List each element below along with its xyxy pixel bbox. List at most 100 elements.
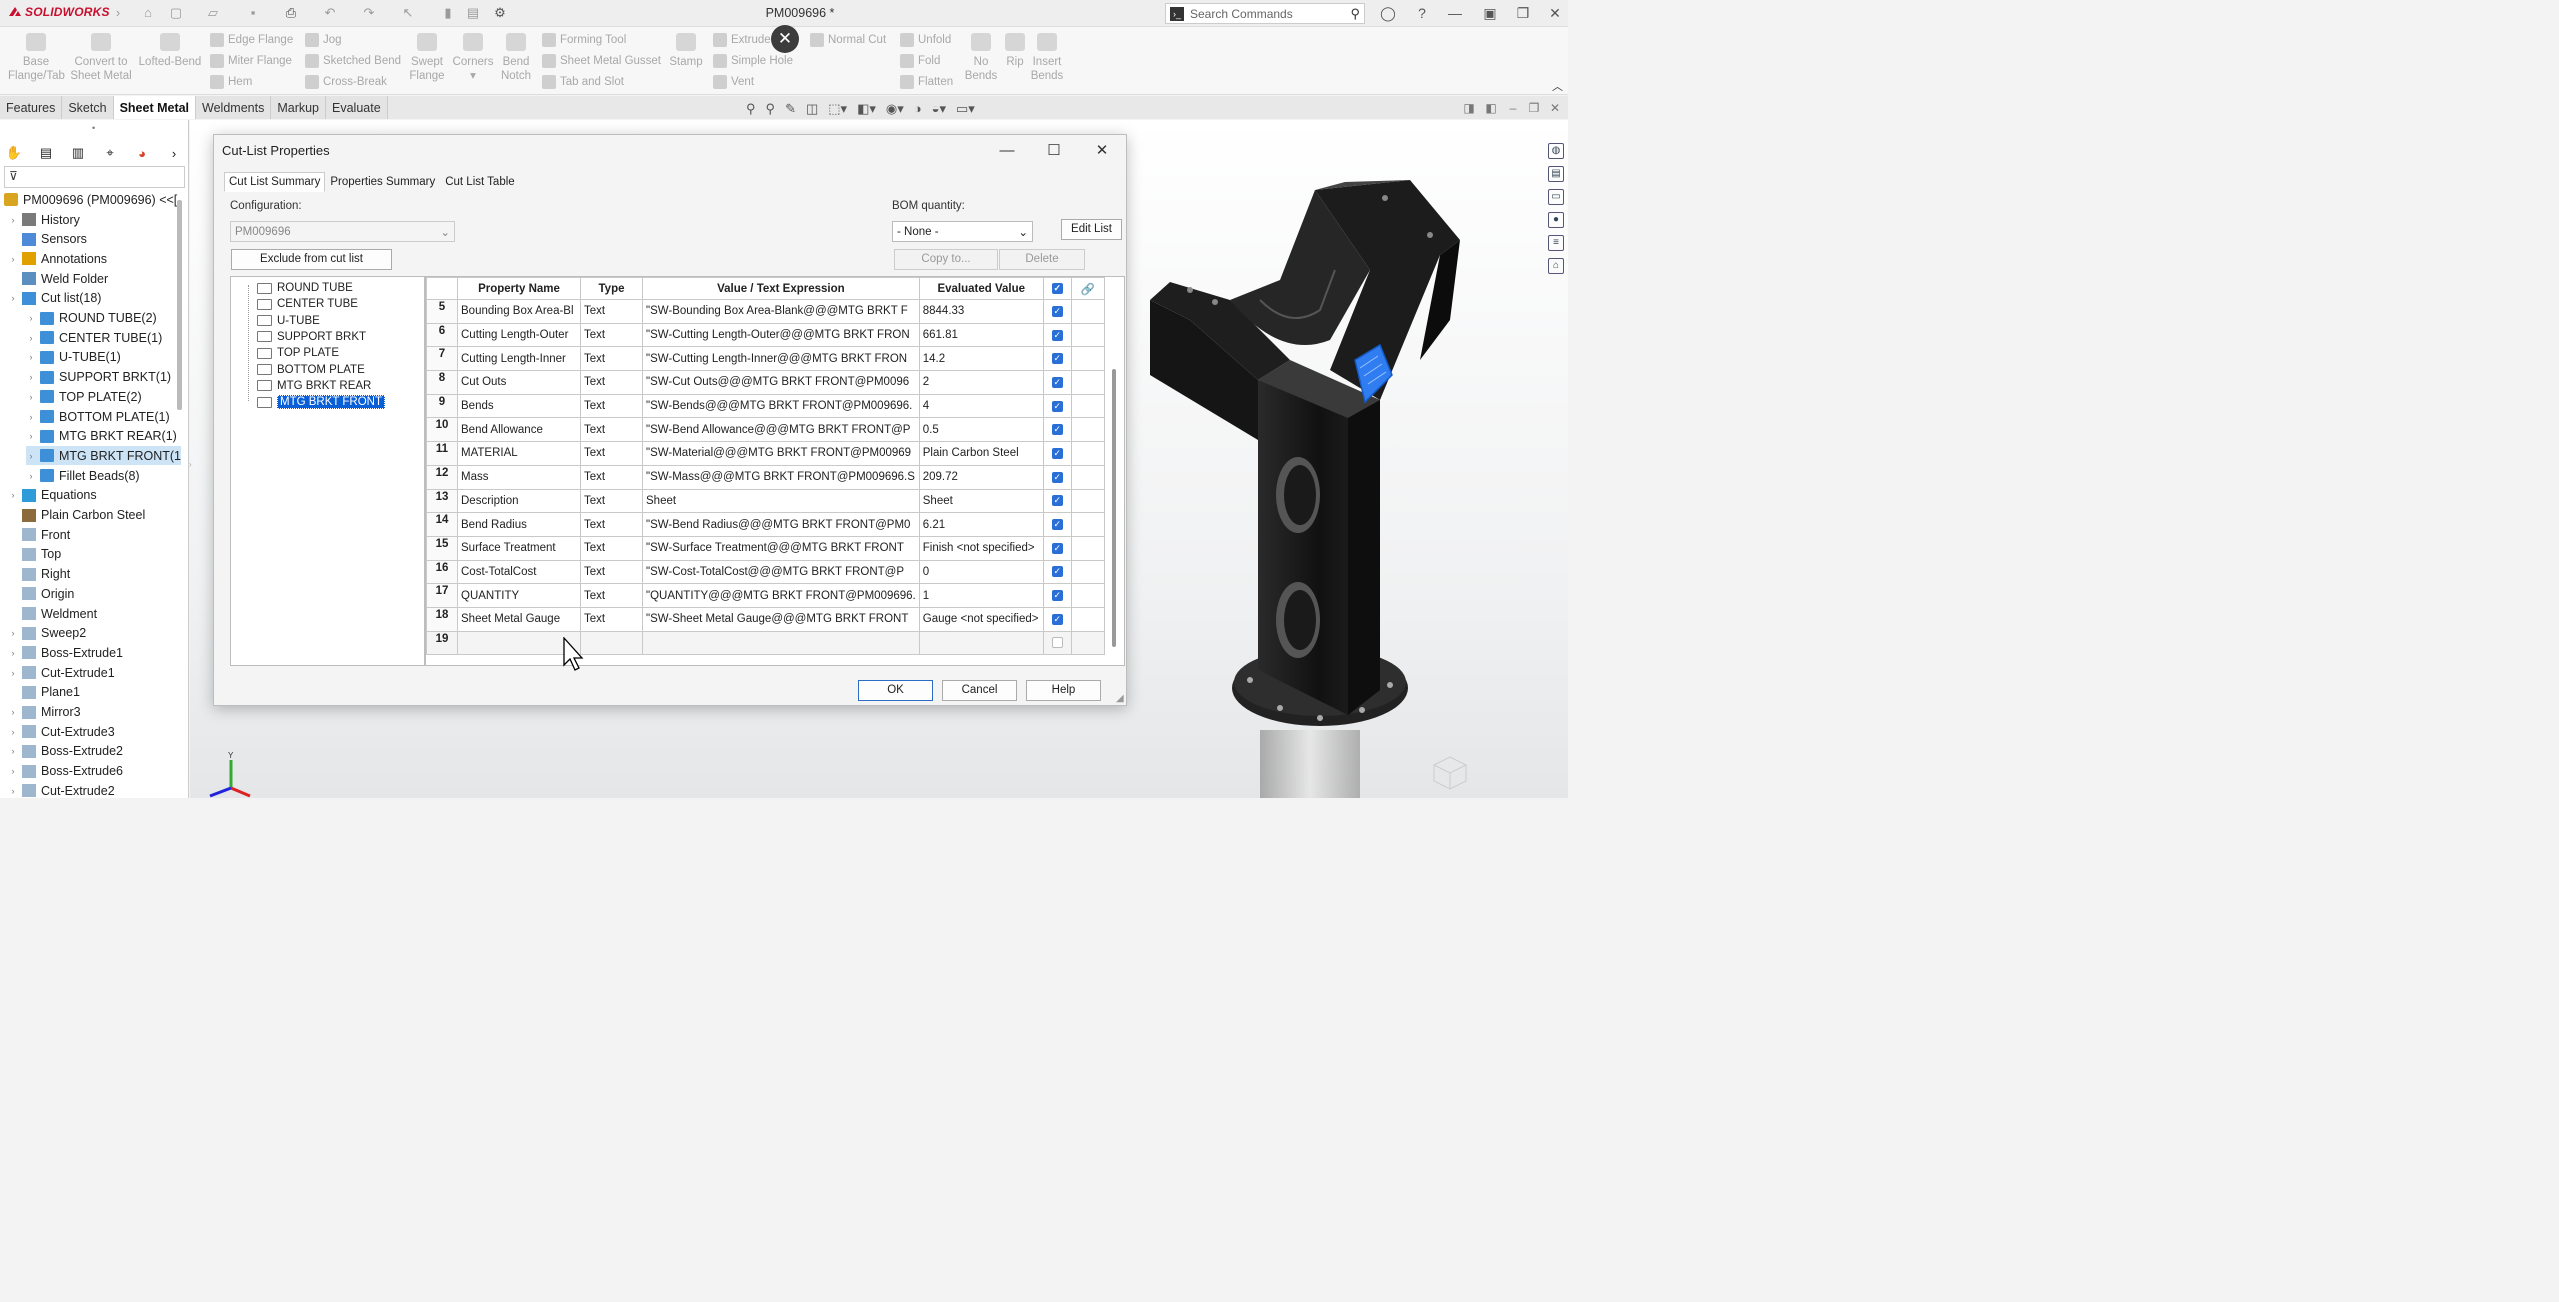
include-all-checkbox[interactable]: ✓ bbox=[1042, 277, 1072, 300]
expand-icon[interactable]: › bbox=[8, 766, 18, 776]
property-name-cell[interactable]: Description bbox=[457, 488, 581, 514]
tree-item[interactable]: › Boss-Extrude1 bbox=[8, 643, 123, 662]
tab-sketch[interactable]: Sketch bbox=[62, 96, 114, 119]
viewport-close-icon[interactable]: ✕ bbox=[1548, 101, 1562, 115]
include-checkbox[interactable]: ✓ bbox=[1042, 464, 1072, 490]
configuration-manager-icon[interactable]: ▥ bbox=[68, 144, 88, 162]
normal-cut-button[interactable]: Normal Cut bbox=[810, 30, 886, 50]
value-expression-cell[interactable]: "SW-Sheet Metal Gauge@@@MTG BRKT FRONT bbox=[642, 606, 920, 632]
type-cell[interactable]: Text bbox=[580, 393, 643, 419]
property-name-cell[interactable]: Cost-TotalCost bbox=[457, 559, 581, 585]
property-name-header[interactable]: Property Name bbox=[457, 277, 581, 300]
table-row[interactable]: 10 Bend Allowance Text "SW-Bend Allowance@@… bbox=[426, 417, 1105, 443]
tree-item[interactable]: Weldment bbox=[8, 604, 97, 623]
resources-icon[interactable]: ◍ bbox=[1548, 143, 1564, 159]
lofted-bend-button[interactable]: Lofted-Bend bbox=[138, 33, 202, 69]
expand-icon[interactable]: › bbox=[8, 215, 18, 225]
tree-item[interactable]: › SUPPORT BRKT(1) bbox=[26, 368, 172, 387]
expand-icon[interactable]: › bbox=[26, 471, 36, 481]
part-model[interactable] bbox=[1130, 170, 1490, 798]
table-row[interactable]: 17 QUANTITY Text "QUANTITY@@@MTG BRKT FRONT… bbox=[426, 583, 1105, 608]
expand-menu-icon[interactable]: › bbox=[110, 5, 126, 21]
tree-item[interactable]: Front bbox=[8, 525, 70, 544]
dialog-maximize-icon[interactable]: ☐ bbox=[1044, 141, 1064, 161]
edit-list-button[interactable]: Edit List bbox=[1061, 219, 1122, 240]
tree-item[interactable]: › Annotations bbox=[8, 249, 108, 268]
simple-hole-button[interactable]: Simple Hole bbox=[713, 51, 793, 71]
include-checkbox[interactable]: ✓ bbox=[1042, 512, 1072, 537]
expand-icon[interactable]: › bbox=[8, 293, 18, 303]
property-name-cell[interactable]: Bend Allowance bbox=[457, 417, 581, 443]
include-checkbox[interactable]: ✓ bbox=[1042, 535, 1072, 561]
help-icon[interactable]: ? bbox=[1412, 4, 1432, 22]
more-tabs-icon[interactable]: › bbox=[164, 144, 184, 162]
file-explorer-icon[interactable]: ▭ bbox=[1548, 189, 1564, 205]
tab-weldments[interactable]: Weldments bbox=[196, 96, 272, 119]
table-row[interactable]: 7 Cutting Length-Inner Text "SW-Cutting Len… bbox=[426, 346, 1105, 372]
tree-item[interactable]: Plane1 bbox=[8, 683, 80, 702]
expand-icon[interactable]: › bbox=[26, 392, 36, 402]
tab-markup[interactable]: Markup bbox=[271, 96, 327, 119]
expand-icon[interactable]: › bbox=[26, 372, 36, 382]
minimize-icon[interactable]: — bbox=[1445, 4, 1465, 22]
tree-item[interactable]: › MTG BRKT REAR(1) bbox=[26, 427, 177, 446]
value-expression-cell[interactable]: "SW-Cutting Length-Inner@@@MTG BRKT FRON bbox=[642, 346, 920, 372]
delete-button[interactable]: Delete bbox=[999, 249, 1085, 270]
type-cell[interactable]: Text bbox=[580, 606, 643, 632]
tree-item[interactable]: › CENTER TUBE(1) bbox=[26, 328, 163, 347]
search-icon[interactable]: ⚲ bbox=[1350, 6, 1360, 22]
display-manager-icon[interactable]: ◕ bbox=[132, 144, 152, 162]
exclude-from-cut-list-button[interactable]: Exclude from cut list bbox=[231, 249, 392, 270]
expand-icon[interactable]: › bbox=[8, 648, 18, 658]
tree-item[interactable]: › MTG BRKT FRONT(1 bbox=[26, 446, 181, 466]
property-name-cell[interactable]: Surface Treatment bbox=[457, 535, 581, 561]
property-name-cell[interactable]: Sheet Metal Gauge bbox=[457, 606, 581, 632]
custom-properties-icon[interactable]: ≡ bbox=[1548, 235, 1564, 251]
type-cell[interactable]: Text bbox=[580, 583, 643, 608]
open-icon[interactable]: ▱ bbox=[205, 5, 221, 21]
extruded-cut-button[interactable]: Extrude bbox=[713, 30, 771, 50]
forming-tool-button[interactable]: Forming Tool bbox=[542, 30, 626, 50]
include-checkbox[interactable]: ✓ bbox=[1042, 606, 1072, 632]
help-button[interactable]: Help bbox=[1026, 680, 1101, 701]
grid-scrollbar[interactable] bbox=[1112, 369, 1116, 647]
print-icon[interactable]: ⎙ bbox=[283, 5, 299, 21]
table-row[interactable]: 6 Cutting Length-Outer Text "SW-Cutting Len… bbox=[426, 322, 1105, 348]
expand-icon[interactable]: › bbox=[26, 352, 36, 362]
convert-to-sheet-metal-button[interactable]: Convert to Sheet Metal bbox=[70, 33, 132, 83]
undo-icon[interactable]: ↶ bbox=[322, 5, 338, 21]
value-expression-cell[interactable]: Sheet bbox=[642, 488, 920, 514]
dimxpert-icon[interactable]: ⌖ bbox=[100, 144, 120, 162]
tree-item[interactable]: Origin bbox=[8, 584, 74, 603]
include-checkbox[interactable]: ✓ bbox=[1042, 370, 1072, 395]
include-checkbox[interactable]: ✓ bbox=[1042, 488, 1072, 514]
tree-item[interactable]: Top bbox=[8, 545, 61, 564]
new-doc-icon[interactable]: ▢ bbox=[168, 5, 184, 21]
sheet-metal-gusset-button[interactable]: Sheet Metal Gusset bbox=[542, 51, 661, 71]
property-name-cell[interactable]: Bends bbox=[457, 393, 581, 419]
hide-show-icon[interactable]: ◉▾ bbox=[886, 101, 904, 117]
property-name-cell[interactable]: Bend Radius bbox=[457, 512, 581, 537]
include-checkbox[interactable]: ✓ bbox=[1042, 322, 1072, 348]
view-cube-icon[interactable] bbox=[1430, 755, 1470, 791]
tree-item[interactable]: › Boss-Extrude2 bbox=[8, 742, 123, 761]
tree-item[interactable]: › Cut-Extrude3 bbox=[8, 722, 115, 741]
tab-features[interactable]: Features bbox=[0, 96, 63, 119]
table-row[interactable]: 14 Bend Radius Text "SW-Bend Radius@@@MTG B… bbox=[426, 512, 1105, 537]
restore-icon[interactable]: ❐ bbox=[1513, 4, 1533, 22]
tree-item[interactable]: Plain Carbon Steel bbox=[8, 506, 145, 525]
tree-item[interactable]: › U-TUBE(1) bbox=[26, 348, 121, 367]
home-tab-icon[interactable]: ⌂ bbox=[1548, 258, 1564, 274]
tree-item[interactable]: › Cut-Extrude2 bbox=[8, 781, 115, 800]
previous-view-icon[interactable]: ✎ bbox=[785, 101, 796, 117]
link-icon[interactable]: 🔗 bbox=[1070, 277, 1105, 300]
fold-button[interactable]: Fold bbox=[900, 51, 940, 71]
viewport-minimize-icon[interactable]: – bbox=[1506, 101, 1520, 115]
stamp-button[interactable]: Stamp bbox=[666, 33, 706, 69]
tile-icon[interactable]: ▣ bbox=[1480, 4, 1500, 22]
table-row[interactable]: 11 MATERIAL Text "SW-Material@@@MTG BRKT FR… bbox=[426, 441, 1105, 466]
value-expression-cell[interactable]: "SW-Cut Outs@@@MTG BRKT FRONT@PM0096 bbox=[642, 370, 920, 395]
value-expression-cell[interactable]: "SW-Cost-TotalCost@@@MTG BRKT FRONT@P bbox=[642, 559, 920, 585]
type-cell[interactable]: Text bbox=[580, 441, 643, 466]
tab-cut-list-table[interactable]: Cut List Table bbox=[440, 172, 519, 192]
